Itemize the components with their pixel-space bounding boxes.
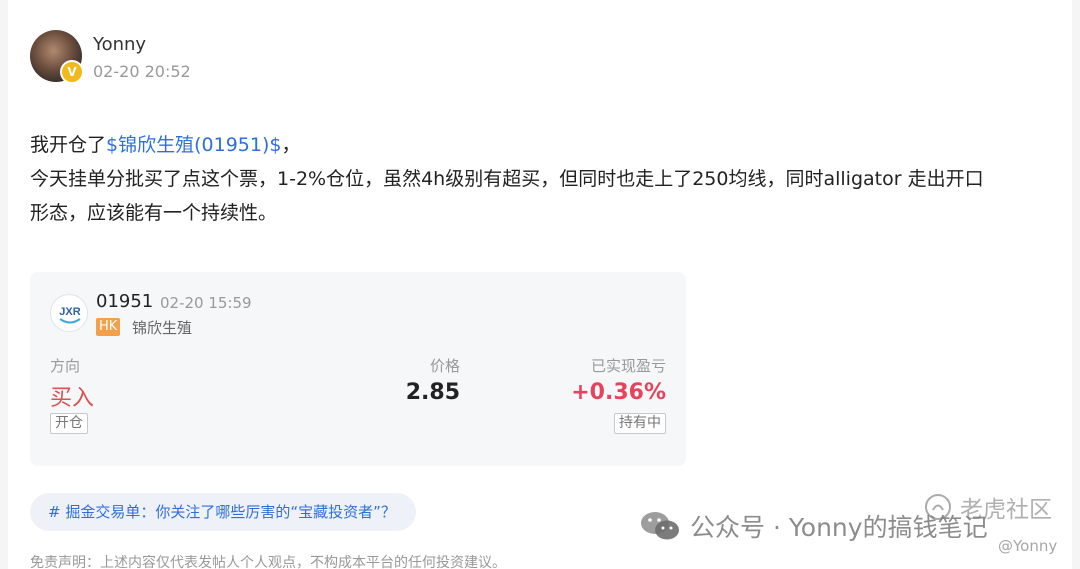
disclaimer: 免责声明：上述内容仅代表发帖人个人观点，不构成本平台的任何投资建议。: [30, 555, 506, 569]
direction-label: 方向: [50, 357, 81, 375]
wechat-watermark: 公众号 · Yonny的搞钱笔记: [640, 508, 988, 544]
post-content: 我开仓了$锦欣生殖(01951)$， 今天挂单分批买了点这个票，1-2%仓位，虽…: [30, 128, 1060, 230]
market-tag: HK: [96, 318, 121, 336]
handle-watermark: @Yonny: [998, 537, 1058, 555]
pnl-label: 已实现盈亏: [590, 357, 666, 375]
stock-name: 锦欣生殖: [132, 319, 193, 337]
stock-logo-text: JXR: [59, 306, 80, 318]
trade-card[interactable]: JXR 01951 02-20 15:59 HK 锦欣生殖 方向 价格 已实现盈…: [30, 272, 686, 466]
post-card: V Yonny 02-20 20:52 我开仓了$锦欣生殖(01951)$， 今…: [8, 0, 1072, 569]
post-timestamp: 02-20 20:52: [93, 62, 191, 81]
direction-value: 买入: [50, 386, 95, 411]
content-line-3: 形态，应该能有一个持续性。: [30, 202, 278, 224]
content-line-2: 今天挂单分批买了点这个票，1-2%仓位，虽然4h级别有超买，但同时也走上了250…: [30, 168, 984, 190]
wechat-icon: [641, 512, 679, 540]
price-value: 2.85: [405, 380, 460, 405]
content-suffix: ，: [281, 134, 301, 156]
direction-tag: 开仓: [50, 413, 88, 434]
wechat-watermark-text: 公众号 · Yonny的搞钱笔记: [690, 513, 988, 542]
stock-logo: JXR: [50, 294, 88, 332]
stock-link[interactable]: $锦欣生殖(01951)$: [106, 134, 281, 156]
pnl-status-tag: 持有中: [614, 413, 666, 434]
author-name[interactable]: Yonny: [93, 34, 146, 55]
pnl-value: +0.36%: [571, 380, 666, 405]
verified-badge-icon: V: [60, 60, 84, 84]
content-prefix: 我开仓了: [30, 134, 107, 156]
stock-code: 01951: [96, 291, 154, 312]
content-line-1: 我开仓了$锦欣生殖(01951)$，: [30, 128, 1060, 162]
price-label: 价格: [429, 357, 460, 375]
trade-time: 02-20 15:59: [160, 294, 252, 312]
topic-chip[interactable]: # 掘金交易单：你关注了哪些厉害的“宝藏投资者”？: [30, 493, 416, 531]
avatar[interactable]: V: [30, 30, 84, 84]
